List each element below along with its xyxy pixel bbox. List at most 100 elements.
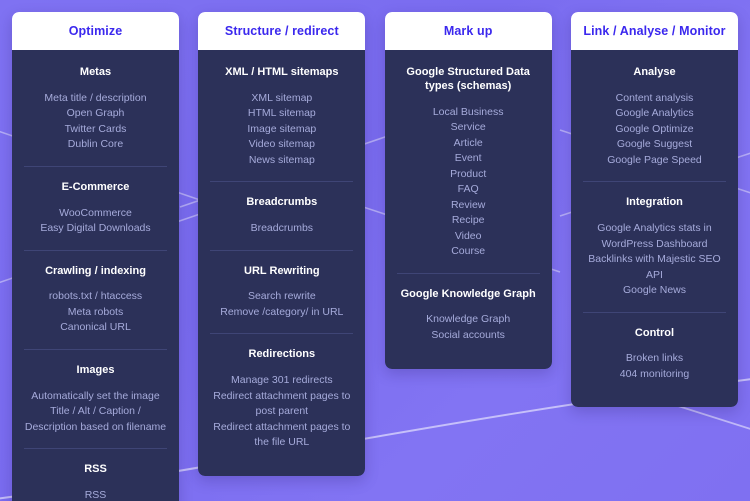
column-header-title: Structure / redirect <box>224 24 339 38</box>
feature-section: Metas Meta title / description Open Grap… <box>24 50 167 166</box>
feature-item[interactable]: Dublin Core <box>24 137 167 153</box>
feature-list: Search rewrite Remove /category/ in URL <box>210 289 353 320</box>
feature-list: Broken links 404 monitoring <box>583 351 726 382</box>
feature-item[interactable]: HTML sitemap <box>210 106 353 122</box>
feature-item[interactable]: Backlinks with Majestic SEO API <box>583 252 726 283</box>
feature-item[interactable]: Breadcrumbs <box>210 221 353 237</box>
column-header-optimize[interactable]: Optimize <box>12 12 179 50</box>
feature-section: RSS RSS <box>24 448 167 501</box>
feature-section: Analyse Content analysis Google Analytic… <box>583 50 726 181</box>
feature-item[interactable]: Google Analytics stats in WordPress Dash… <box>583 221 726 252</box>
feature-list: Knowledge Graph Social accounts <box>397 312 540 343</box>
feature-item[interactable]: Easy Digital Downloads <box>24 221 167 237</box>
feature-section: Integration Google Analytics stats in Wo… <box>582 181 726 311</box>
column-body-markup: Google Structured Data types (schemas) L… <box>384 50 552 370</box>
feature-item[interactable]: Recipe <box>397 213 540 229</box>
feature-list: Meta title / description Open Graph Twit… <box>24 91 167 153</box>
feature-item[interactable]: Article <box>397 136 540 152</box>
column-body-link-analyse-monitor: Analyse Content analysis Google Analytic… <box>570 50 738 408</box>
section-title: Metas <box>79 66 112 78</box>
section-title: Breadcrumbs <box>246 196 318 209</box>
feature-item[interactable]: WooCommerce <box>24 206 167 222</box>
feature-item[interactable]: Meta title / description <box>24 91 167 107</box>
feature-list: Manage 301 redirects Redirect attachment… <box>210 373 353 451</box>
feature-item[interactable]: Review <box>397 198 540 214</box>
feature-item[interactable]: Video sitemap <box>210 137 353 153</box>
feature-list: Google Analytics stats in WordPress Dash… <box>583 221 726 299</box>
column-header-title: Link / Analyse / Monitor <box>583 24 726 38</box>
column-body-optimize: Metas Meta title / description Open Grap… <box>12 50 179 501</box>
section-title: Google Structured Data types (schemas) <box>406 66 530 92</box>
column-header-link-analyse-monitor[interactable]: Link / Analyse / Monitor <box>570 12 738 50</box>
feature-item[interactable]: Canonical URL <box>24 320 167 336</box>
column-header-title: Optimize <box>68 24 123 38</box>
section-title: URL Rewriting <box>244 264 320 277</box>
feature-item[interactable]: Remove /category/ in URL <box>210 305 353 321</box>
feature-section: XML / HTML sitemaps XML sitemap HTML sit… <box>210 50 353 181</box>
feature-item[interactable]: Course <box>397 244 540 260</box>
feature-item[interactable]: XML sitemap <box>210 91 353 107</box>
feature-item[interactable]: Product <box>397 167 540 183</box>
feature-item[interactable]: Google Suggest <box>583 137 726 153</box>
feature-item[interactable]: Event <box>397 151 540 167</box>
section-title: Integration <box>626 196 683 209</box>
feature-item[interactable]: RSS <box>24 488 167 501</box>
column-body-structure-redirect: XML / HTML sitemaps XML sitemap HTML sit… <box>198 50 366 476</box>
feature-section: E-Commerce WooCommerce Easy Digital Down… <box>24 165 167 250</box>
feature-column-link-analyse-monitor[interactable]: Link / Analyse / Monitor Analyse Content… <box>570 12 738 408</box>
feature-item[interactable]: Google Analytics <box>583 106 726 122</box>
feature-section: Google Knowledge Graph Knowledge Graph S… <box>396 272 540 357</box>
column-header-structure-redirect[interactable]: Structure / redirect <box>198 12 366 50</box>
feature-item[interactable]: Broken links <box>583 351 726 367</box>
feature-list: XML sitemap HTML sitemap Image sitemap V… <box>210 91 353 169</box>
feature-item[interactable]: Twitter Cards <box>24 122 167 138</box>
feature-list: Breadcrumbs <box>210 221 353 237</box>
feature-item[interactable]: Meta robots <box>24 305 167 321</box>
feature-item[interactable]: News sitemap <box>210 153 353 169</box>
feature-item[interactable]: Knowledge Graph <box>397 312 540 328</box>
feature-item[interactable]: Local Business <box>397 105 540 121</box>
feature-list: RSS <box>24 488 167 501</box>
feature-list: Automatically set the image Title / Alt … <box>24 389 167 436</box>
feature-column-markup[interactable]: Mark up Google Structured Data types (sc… <box>384 12 552 370</box>
feature-item[interactable]: Google Page Speed <box>583 153 726 169</box>
feature-section: URL Rewriting Search rewrite Remove /cat… <box>210 249 354 334</box>
section-title: E-Commerce <box>61 180 130 193</box>
feature-section: Images Automatically set the image Title… <box>24 348 167 448</box>
feature-item[interactable]: Social accounts <box>397 328 540 344</box>
section-title: RSS <box>84 463 107 475</box>
feature-item[interactable]: Google News <box>583 283 726 299</box>
feature-list: Local Business Service Article Event Pro… <box>397 105 540 260</box>
feature-item[interactable]: Manage 301 redirects <box>210 373 353 389</box>
section-title: XML / HTML sitemaps <box>225 66 339 78</box>
section-title: Google Knowledge Graph <box>400 287 536 300</box>
feature-section: Google Structured Data types (schemas) L… <box>397 50 540 273</box>
feature-item[interactable]: Service <box>397 120 540 136</box>
section-title: Redirections <box>248 348 316 361</box>
feature-section: Redirections Manage 301 redirects Redire… <box>210 333 354 463</box>
feature-section: Crawling / indexing robots.txt / htacces… <box>24 249 167 349</box>
feature-item[interactable]: robots.txt / htaccess <box>24 289 167 305</box>
section-title: Images <box>76 363 115 376</box>
feature-item[interactable]: Google Optimize <box>583 122 726 138</box>
feature-column-structure-redirect[interactable]: Structure / redirect XML / HTML sitemaps… <box>198 12 366 476</box>
section-title: Analyse <box>633 66 676 78</box>
feature-section: Control Broken links 404 monitoring <box>582 311 726 396</box>
feature-item[interactable]: Content analysis <box>583 91 726 107</box>
feature-section: Breadcrumbs Breadcrumbs <box>210 181 354 249</box>
feature-item[interactable]: 404 monitoring <box>583 367 726 383</box>
column-header-markup[interactable]: Mark up <box>384 12 552 50</box>
feature-item[interactable]: Redirect attachment pages to post parent <box>210 389 353 420</box>
feature-item[interactable]: Image sitemap <box>210 122 353 138</box>
section-title: Crawling / indexing <box>45 264 146 277</box>
feature-list: Content analysis Google Analytics Google… <box>583 91 726 169</box>
feature-column-optimize[interactable]: Optimize Metas Meta title / description … <box>12 12 179 501</box>
feature-item[interactable]: Search rewrite <box>210 289 353 305</box>
column-header-title: Mark up <box>443 24 493 38</box>
feature-item[interactable]: Open Graph <box>24 106 167 122</box>
feature-item[interactable]: Video <box>397 229 540 245</box>
feature-item[interactable]: Redirect attachment pages to the file UR… <box>210 420 353 451</box>
feature-item[interactable]: Automatically set the image Title / Alt … <box>24 389 167 436</box>
feature-columns-board: Optimize Metas Meta title / description … <box>0 0 750 501</box>
feature-item[interactable]: FAQ <box>397 182 540 198</box>
